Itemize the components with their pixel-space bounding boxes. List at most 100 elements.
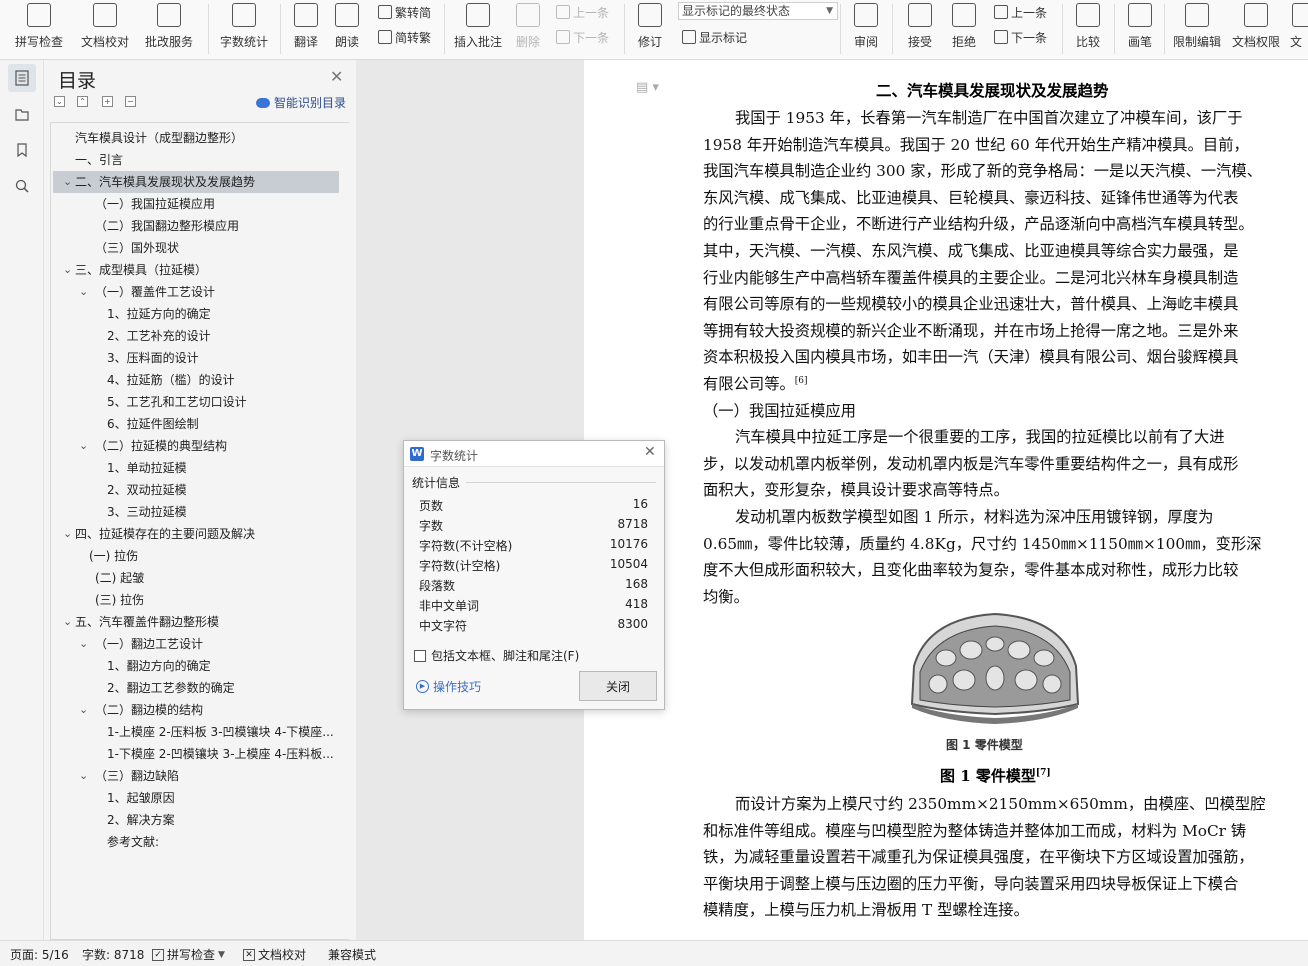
paragraph-line: 等拥有较大投资规模的新兴企业不断涌现，并在市场上抢得一席之地。三是外来 [703, 321, 1239, 340]
word-count-indicator[interactable]: 字数: 8718 [82, 946, 144, 963]
paragraph-line: 和标准件等组成。模座与凹模型腔为整体铸造并整体加工而成，材料为 MoCr 铸 [703, 821, 1247, 840]
close-icon[interactable]: ✕ [644, 444, 656, 460]
chevron-down-icon[interactable]: ⌄ [79, 435, 88, 457]
toc-item[interactable]: （一）翻边工艺设计 [95, 633, 337, 655]
accept-change-button[interactable]: 接受 [900, 0, 940, 58]
smart-toc-button[interactable]: 智能识别目录 [256, 94, 346, 111]
toc-item[interactable]: (一) 拉伤 [89, 545, 337, 567]
toc-item[interactable]: 2、双动拉延模 [107, 479, 337, 501]
delete-comment-button[interactable]: 删除 [508, 0, 548, 58]
chevron-down-icon[interactable]: ⌄ [79, 765, 88, 787]
simp-to-trad-button[interactable]: 简转繁 [378, 27, 431, 47]
toc-item[interactable]: 1、起皱原因 [107, 787, 337, 809]
add-heading-icon[interactable]: + [102, 96, 113, 107]
toc-item[interactable]: 1-上模座 2-压料板 3-凹模镶块 4-下模座... [107, 721, 337, 743]
chevron-down-icon[interactable]: ⌄ [79, 633, 88, 655]
doc-proof-status[interactable]: ✕ 文档校对 [243, 946, 306, 963]
toc-item[interactable]: 一、引言 [75, 149, 337, 171]
track-changes-button[interactable]: 修订 [630, 0, 670, 58]
toc-item[interactable]: 6、拉延件图绘制 [107, 413, 337, 435]
pen-button[interactable]: 画笔 [1122, 0, 1158, 58]
toc-item[interactable]: 二、汽车模具发展现状及发展趋势 [53, 171, 339, 193]
toc-item[interactable]: （二）我国翻边整形模应用 [95, 215, 337, 237]
toc-item[interactable]: 3、三动拉延模 [107, 501, 337, 523]
toc-item[interactable]: 4、拉延筋（槛）的设计 [107, 369, 337, 391]
review-pane-button[interactable]: 审阅 [846, 0, 886, 58]
toc-item[interactable]: 1、翻边方向的确定 [107, 655, 337, 677]
doc-proof-button[interactable]: 文档校对 [76, 0, 134, 58]
reject-change-button[interactable]: 拒绝 [944, 0, 984, 58]
toc-item[interactable]: 1-下模座 2-凹模镶块 3-上模座 4-压料板... [107, 743, 337, 765]
toc-item[interactable]: 五、汽车覆盖件翻边整形模 [75, 611, 337, 633]
toc-list: 汽车模具设计（成型翻边整形） 一、引言 二、汽车模具发展现状及发展趋势 ⌄ （一）我国拉… [50, 122, 350, 940]
translate-button[interactable]: 翻译 [286, 0, 326, 58]
toc-item[interactable]: 汽车模具设计（成型翻边整形） [75, 127, 337, 149]
prev-change-button[interactable]: 上一条 [994, 2, 1047, 22]
toc-rail-button[interactable] [8, 64, 36, 92]
toc-item[interactable]: 5、工艺孔和工艺切口设计 [107, 391, 337, 413]
divider [466, 482, 656, 483]
tips-link[interactable]: ▶ 操作技巧 [416, 678, 481, 695]
compare-button[interactable]: 比较 [1068, 0, 1108, 58]
markup-mode-select[interactable]: 显示标记的最终状态 ▼ [678, 2, 838, 20]
toc-item[interactable]: （二）翻边模的结构 [95, 699, 337, 721]
chevron-down-icon[interactable]: ⌄ [63, 171, 72, 193]
chevron-down-icon: ▼ [218, 949, 225, 960]
prev-comment-button[interactable]: 上一条 [556, 2, 609, 22]
toc-item[interactable]: 2、翻边工艺参数的确定 [107, 677, 337, 699]
toc-item[interactable]: (三) 拉伤 [95, 589, 337, 611]
toc-item[interactable]: (二) 起皱 [95, 567, 337, 589]
next-change-button[interactable]: 下一条 [994, 27, 1047, 47]
toc-item[interactable]: （三）翻边缺陷 [95, 765, 337, 787]
close-button[interactable]: 关闭 [579, 671, 657, 701]
accept-icon [908, 3, 932, 27]
toc-item[interactable]: 三、成型模具（拉延模） [75, 259, 337, 281]
expand-up-icon[interactable]: ⌃ [77, 96, 88, 107]
chevron-down-icon[interactable]: ⌄ [79, 281, 88, 303]
include-textbox-checkbox[interactable]: 包括文本框、脚注和尾注(F) [414, 647, 579, 664]
chevron-down-icon[interactable]: ⌄ [79, 699, 88, 721]
close-icon[interactable]: ✕ [330, 67, 343, 86]
chapter-rail-button[interactable] [8, 100, 36, 128]
remove-heading-icon[interactable]: − [125, 96, 136, 107]
toc-item[interactable]: （三）国外现状 [95, 237, 337, 259]
restrict-edit-button[interactable]: 限制编辑 [1170, 0, 1224, 58]
page-indicator[interactable]: 页面: 5/16 [10, 946, 69, 963]
chevron-down-icon[interactable]: ⌄ [63, 259, 72, 281]
citation-marker[interactable]: [6] [795, 376, 808, 386]
toc-item[interactable]: 参考文献: [107, 831, 337, 853]
show-markup-button[interactable]: 显示标记 [682, 27, 747, 47]
citation-marker[interactable]: [7] [1036, 768, 1051, 778]
read-aloud-button[interactable]: 朗读 [330, 0, 364, 58]
overflow-ribbon-button[interactable]: 文 [1290, 0, 1308, 58]
review-pane-icon [854, 3, 878, 27]
toc-item[interactable]: 四、拉延模存在的主要问题及解决 [75, 523, 337, 545]
find-rail-button[interactable] [8, 172, 36, 200]
toc-item[interactable]: （一）我国拉延模应用 [95, 193, 337, 215]
spell-check-button[interactable]: 拼写检查 [8, 0, 70, 58]
paragraph-line: 0.65㎜，零件比较薄，质量约 4.8Kg，尺寸约 1450㎜×1150㎜×10… [703, 534, 1262, 553]
next-comment-button[interactable]: 下一条 [556, 27, 609, 47]
insert-comment-button[interactable]: 插入批注 [452, 0, 504, 58]
bookmark-rail-button[interactable] [8, 136, 36, 164]
chevron-down-icon[interactable]: ⌄ [63, 523, 72, 545]
stat-value: 8300 [617, 617, 648, 631]
toc-item[interactable]: 2、解决方案 [107, 809, 337, 831]
doc-permission-button[interactable]: 文档权限 [1228, 0, 1284, 58]
collapse-all-icon[interactable]: ⌄ [54, 96, 65, 107]
page-options-icon[interactable]: ▤ ▾ [636, 80, 659, 95]
dialog-titlebar[interactable]: W 字数统计 ✕ [404, 441, 664, 467]
toc-item[interactable]: 2、工艺补充的设计 [107, 325, 337, 347]
toc-item[interactable]: （一）覆盖件工艺设计 [95, 281, 337, 303]
reject-icon [952, 3, 976, 27]
batch-service-button[interactable]: 批改服务 [138, 0, 200, 58]
trad-to-simp-button[interactable]: 繁转简 [378, 2, 431, 22]
toc-item[interactable]: （二）拉延模的典型结构 [95, 435, 337, 457]
toc-item[interactable]: 1、单动拉延模 [107, 457, 337, 479]
word-count-button[interactable]: 字数统计 [214, 0, 274, 58]
chevron-down-icon[interactable]: ⌄ [63, 611, 72, 633]
toc-scrollbar[interactable] [349, 60, 356, 940]
toc-item[interactable]: 3、压料面的设计 [107, 347, 337, 369]
spell-check-status[interactable]: ✓ 拼写检查 ▼ [152, 946, 225, 963]
toc-item[interactable]: 1、拉延方向的确定 [107, 303, 337, 325]
